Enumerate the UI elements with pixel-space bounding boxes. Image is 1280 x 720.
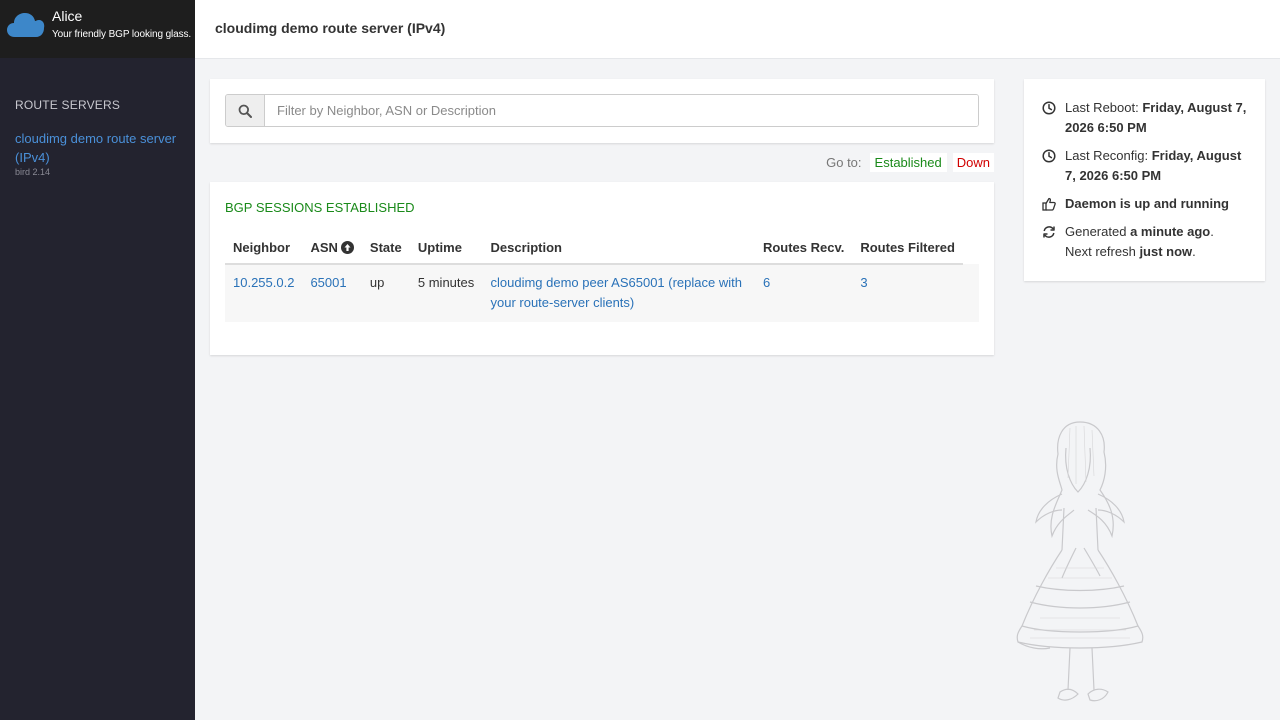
- search-icon: [238, 104, 252, 118]
- last-reboot-row: Last Reboot: Friday, August 7, 2026 6:50…: [1042, 98, 1255, 138]
- generated-value: a minute ago: [1130, 224, 1211, 239]
- routes-filtered-link[interactable]: 3: [860, 275, 867, 290]
- sessions-title: BGP SESSIONS ESTABLISHED: [225, 200, 415, 215]
- neighbor-link[interactable]: 10.255.0.2: [233, 275, 294, 290]
- generated-label: Generated: [1065, 224, 1127, 239]
- cell-filler: [963, 264, 979, 322]
- last-reconfig-row: Last Reconfig: Friday, August 7, 2026 6:…: [1042, 146, 1255, 186]
- column-header-routes-recv[interactable]: Routes Recv.: [754, 232, 853, 265]
- cell-state: up: [361, 264, 410, 322]
- daemon-status-row: Daemon is up and running: [1042, 194, 1255, 214]
- refresh-icon: [1042, 222, 1058, 242]
- cloud-icon: [7, 13, 45, 37]
- goto-bar: Go to: Established Down: [826, 153, 994, 172]
- route-server-software: bird 2.14: [15, 167, 51, 177]
- column-header-asn[interactable]: ASN: [302, 232, 362, 265]
- next-refresh-label: Next refresh: [1065, 244, 1136, 259]
- clock-icon: [1042, 98, 1058, 118]
- column-header-state[interactable]: State: [361, 232, 410, 265]
- top-bar: cloudimg demo route server (IPv4): [195, 0, 1280, 59]
- next-refresh-value: just now: [1139, 244, 1193, 259]
- asn-link[interactable]: 65001: [310, 275, 346, 290]
- cell-neighbor[interactable]: 10.255.0.2: [225, 264, 303, 322]
- page-title: cloudimg demo route server (IPv4): [215, 20, 446, 36]
- goto-established-link[interactable]: Established: [869, 153, 947, 172]
- generated-row: Generated a minute ago. Next refresh jus…: [1042, 222, 1255, 262]
- column-header-description[interactable]: Description: [482, 232, 755, 265]
- goto-label: Go to:: [826, 155, 862, 170]
- cell-routes-filtered[interactable]: 3: [852, 264, 963, 322]
- column-header-filler: [963, 232, 979, 264]
- thumbs-up-icon: [1042, 194, 1058, 214]
- column-header-neighbor[interactable]: Neighbor: [225, 232, 303, 265]
- column-header-uptime[interactable]: Uptime: [409, 232, 483, 265]
- app-name: Alice: [52, 8, 83, 24]
- sessions-table: Neighbor ASN State Uptime Description Ro…: [225, 232, 979, 322]
- column-header-routes-filtered[interactable]: Routes Filtered: [852, 232, 963, 265]
- search-addon: [226, 95, 265, 126]
- cell-description[interactable]: cloudimg demo peer AS65001 (replace with…: [482, 264, 755, 322]
- clock-icon: [1042, 146, 1058, 166]
- description-link[interactable]: cloudimg demo peer AS65001 (replace with…: [490, 275, 741, 310]
- cell-routes-recv[interactable]: 6: [754, 264, 853, 322]
- search-input[interactable]: [265, 95, 978, 126]
- brand[interactable]: Alice Your friendly BGP looking glass.: [0, 0, 195, 58]
- last-reconfig-label: Last Reconfig:: [1065, 148, 1149, 163]
- app-tagline: Your friendly BGP looking glass.: [52, 29, 192, 40]
- goto-down-link[interactable]: Down: [952, 153, 994, 172]
- cell-uptime: 5 minutes: [409, 264, 483, 322]
- table-row[interactable]: 10.255.0.2 65001 up 5 minutes cloudimg d…: [225, 264, 979, 322]
- sessions-card: BGP SESSIONS ESTABLISHED Neighbor ASN St…: [210, 182, 994, 355]
- cell-asn[interactable]: 65001: [302, 264, 362, 322]
- routes-recv-link[interactable]: 6: [763, 275, 770, 290]
- alice-illustration: [1016, 421, 1144, 702]
- daemon-status: Daemon is up and running: [1065, 196, 1229, 211]
- search-group: [225, 94, 979, 127]
- last-reboot-label: Last Reboot:: [1065, 100, 1139, 115]
- sort-up-icon: [340, 241, 354, 254]
- sidebar: Alice Your friendly BGP looking glass. R…: [0, 0, 195, 720]
- sidebar-item-route-server[interactable]: cloudimg demo route server (IPv4): [15, 129, 180, 167]
- search-card: [210, 79, 994, 143]
- status-card: Last Reboot: Friday, August 7, 2026 6:50…: [1024, 79, 1265, 281]
- route-servers-heading: ROUTE SERVERS: [15, 98, 121, 112]
